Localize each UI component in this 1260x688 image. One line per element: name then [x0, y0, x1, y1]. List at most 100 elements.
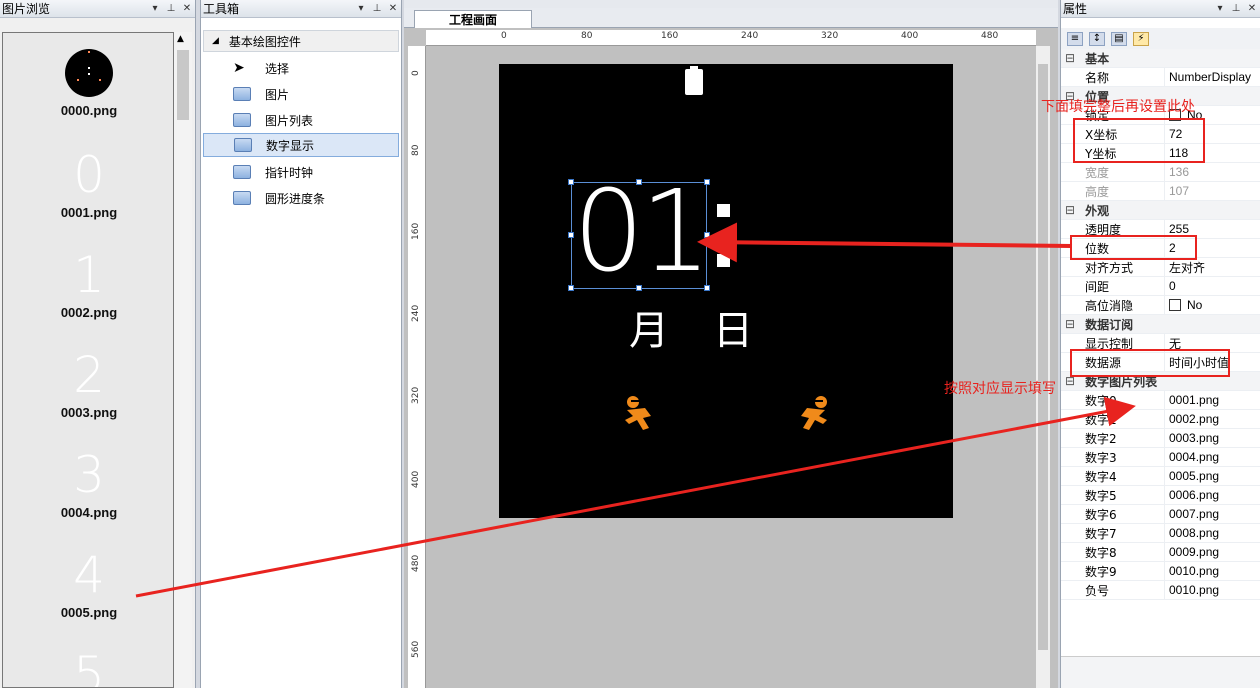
- close-icon[interactable]: ✕: [385, 3, 401, 14]
- scroll-thumb[interactable]: [1038, 64, 1048, 650]
- property-value[interactable]: 0003.png: [1165, 429, 1260, 447]
- selection-box[interactable]: [568, 179, 710, 291]
- collapse-triangle-icon[interactable]: ◢: [212, 36, 219, 46]
- property-name: 数字1: [1061, 410, 1165, 428]
- property-category[interactable]: 外观: [1061, 201, 1260, 220]
- battery-icon[interactable]: [685, 66, 703, 95]
- image-list[interactable]: 0000.png 0 0001.png 1 0002.png 2 0003.pn…: [2, 32, 174, 688]
- property-value[interactable]: 0009.png: [1165, 543, 1260, 561]
- list-item[interactable]: 5: [3, 645, 173, 687]
- image-list-scrollbar[interactable]: ▲: [174, 32, 192, 688]
- colon-separator[interactable]: [717, 202, 731, 272]
- property-value[interactable]: 0008.png: [1165, 524, 1260, 542]
- property-row[interactable]: 数字5 0006.png: [1061, 486, 1260, 505]
- runner-icon[interactable]: [619, 394, 661, 434]
- resize-handle[interactable]: [568, 179, 574, 185]
- tool-picture[interactable]: 图片: [203, 82, 399, 106]
- property-row[interactable]: 高位消隐 No: [1061, 296, 1260, 315]
- property-value[interactable]: 0004.png: [1165, 448, 1260, 466]
- resize-handle[interactable]: [704, 179, 710, 185]
- checkbox[interactable]: [1169, 299, 1181, 311]
- list-item[interactable]: 4 0005.png: [3, 545, 173, 620]
- property-row[interactable]: 数字3 0004.png: [1061, 448, 1260, 467]
- property-row[interactable]: 对齐方式 左对齐: [1061, 258, 1260, 277]
- property-row[interactable]: 间距 0: [1061, 277, 1260, 296]
- ruler-label: 240: [411, 304, 421, 322]
- tool-select[interactable]: ➤ 选择: [203, 56, 399, 80]
- property-value[interactable]: 0001.png: [1165, 391, 1260, 409]
- canvas-scrollbar[interactable]: [1036, 46, 1050, 688]
- dropdown-icon[interactable]: ▾: [147, 3, 163, 14]
- property-category[interactable]: 数据订阅: [1061, 315, 1260, 334]
- resize-handle[interactable]: [636, 285, 642, 291]
- property-value[interactable]: 0010.png: [1165, 562, 1260, 580]
- day-label[interactable]: 日: [713, 298, 753, 356]
- property-description: [1061, 656, 1260, 688]
- property-value[interactable]: 136: [1165, 163, 1260, 181]
- tool-picture-list[interactable]: 图片列表: [203, 108, 399, 132]
- tool-number-display[interactable]: 数字显示: [203, 133, 399, 157]
- property-row[interactable]: 数字9 0010.png: [1061, 562, 1260, 581]
- property-value[interactable]: NumberDisplay: [1165, 68, 1260, 86]
- close-icon[interactable]: ✕: [179, 3, 195, 14]
- watch-screen[interactable]: 01 月 日: [499, 64, 953, 518]
- property-pages-icon[interactable]: ▤: [1111, 31, 1127, 46]
- property-row[interactable]: 数字2 0003.png: [1061, 429, 1260, 448]
- property-row[interactable]: 数字1 0002.png: [1061, 410, 1260, 429]
- list-item[interactable]: 0 0001.png: [3, 145, 173, 220]
- property-row[interactable]: 数字8 0009.png: [1061, 543, 1260, 562]
- scroll-up-icon[interactable]: ▲: [177, 34, 184, 44]
- property-row[interactable]: 数字7 0008.png: [1061, 524, 1260, 543]
- pin-icon[interactable]: ⊥: [163, 3, 179, 14]
- list-item[interactable]: 3 0004.png: [3, 445, 173, 520]
- resize-handle[interactable]: [568, 285, 574, 291]
- resize-handle[interactable]: [636, 179, 642, 185]
- resize-handle[interactable]: [568, 232, 574, 238]
- property-row[interactable]: 负号 0010.png: [1061, 581, 1260, 600]
- resize-handle[interactable]: [704, 285, 710, 291]
- tool-group-basic[interactable]: ◢ 基本绘图控件: [203, 30, 399, 52]
- property-row[interactable]: 数字0 0001.png: [1061, 391, 1260, 410]
- property-row[interactable]: 名称 NumberDisplay: [1061, 68, 1260, 87]
- tool-label: 指针时钟: [265, 165, 314, 180]
- property-value[interactable]: 0005.png: [1165, 467, 1260, 485]
- property-value[interactable]: 0006.png: [1165, 486, 1260, 504]
- property-value[interactable]: 0002.png: [1165, 410, 1260, 428]
- property-value[interactable]: No: [1165, 296, 1260, 314]
- sort-alpha-icon[interactable]: ↕: [1089, 31, 1105, 46]
- tool-circle-progress[interactable]: 圆形进度条: [203, 186, 399, 210]
- resize-handle[interactable]: [704, 232, 710, 238]
- tool-analog-clock[interactable]: 指针时钟: [203, 160, 399, 184]
- events-lightning-icon[interactable]: ⚡: [1133, 31, 1149, 46]
- property-name: 数字8: [1061, 543, 1165, 561]
- close-icon[interactable]: ✕: [1244, 3, 1260, 14]
- tab-project-screen[interactable]: 工程画面: [414, 10, 532, 28]
- ruler-label: 480: [411, 554, 421, 572]
- pin-icon[interactable]: ⊥: [369, 3, 385, 14]
- property-value[interactable]: 107: [1165, 182, 1260, 200]
- property-row[interactable]: 数字6 0007.png: [1061, 505, 1260, 524]
- month-label[interactable]: 月: [629, 298, 669, 356]
- dropdown-icon[interactable]: ▾: [353, 3, 369, 14]
- dropdown-icon[interactable]: ▾: [1212, 3, 1228, 14]
- ruler-label: 320: [821, 31, 839, 41]
- property-value[interactable]: 0: [1165, 277, 1260, 295]
- property-row[interactable]: 数字4 0005.png: [1061, 467, 1260, 486]
- toolbox-header: 工具箱 ▾ ⊥ ✕: [201, 0, 401, 18]
- pin-icon[interactable]: ⊥: [1228, 3, 1244, 14]
- property-name: 名称: [1061, 68, 1165, 86]
- digit-thumbnail: 0: [73, 146, 105, 204]
- runner-icon[interactable]: [791, 394, 833, 434]
- categorized-view-icon[interactable]: ≡: [1067, 31, 1083, 46]
- scroll-thumb[interactable]: [177, 50, 189, 120]
- property-value[interactable]: 0010.png: [1165, 581, 1260, 599]
- list-item[interactable]: 2 0003.png: [3, 345, 173, 420]
- property-row[interactable]: 宽度 136: [1061, 163, 1260, 182]
- property-name: 数字7: [1061, 524, 1165, 542]
- list-item[interactable]: 0000.png: [3, 33, 173, 118]
- property-value[interactable]: 0007.png: [1165, 505, 1260, 523]
- property-category[interactable]: 基本: [1061, 49, 1260, 68]
- property-row[interactable]: 高度 107: [1061, 182, 1260, 201]
- list-item[interactable]: 1 0002.png: [3, 245, 173, 320]
- property-value[interactable]: 左对齐: [1165, 258, 1260, 276]
